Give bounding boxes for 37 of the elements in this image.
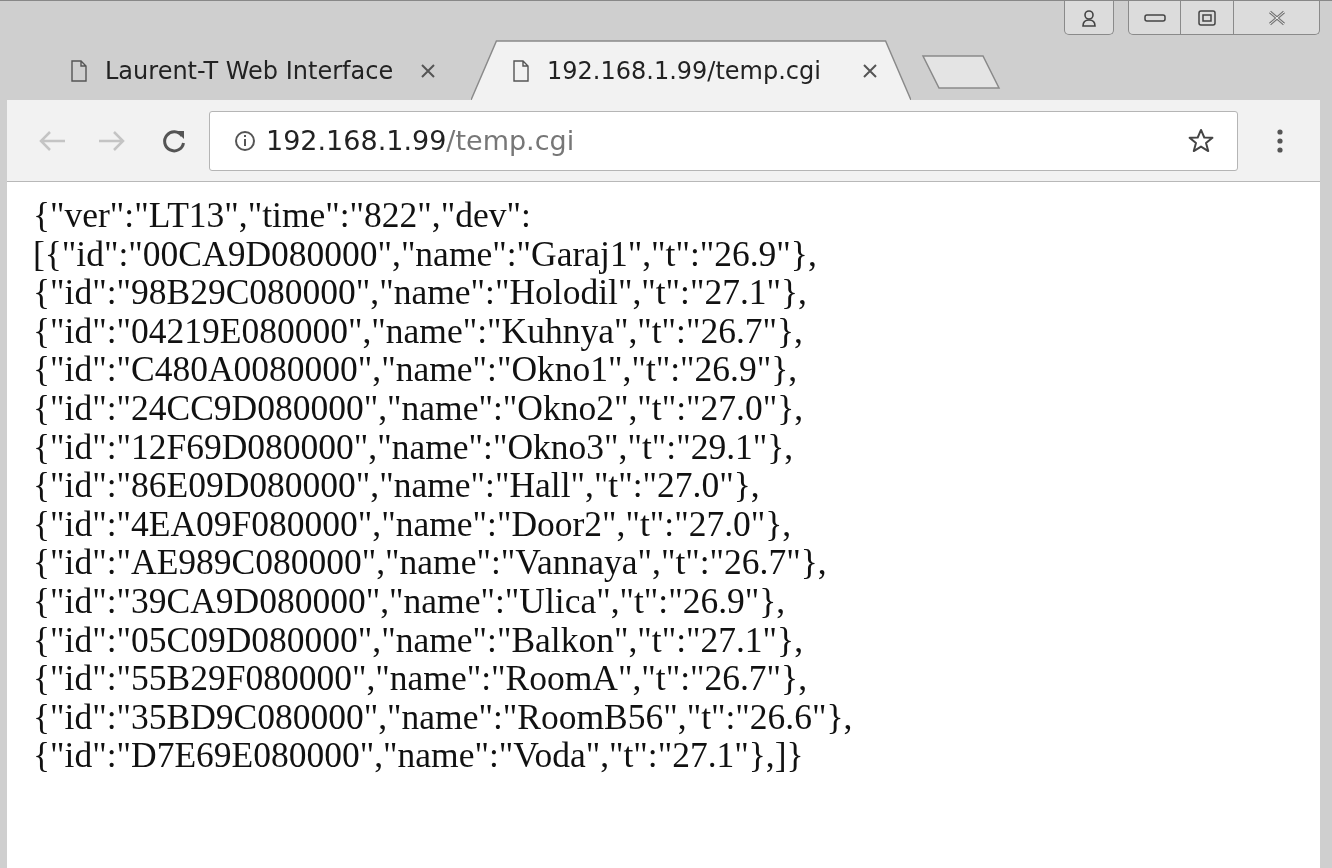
page-text-line: {"id":"35BD9C080000","name":"RoomB56","t":"26.6"}, xyxy=(33,697,853,737)
page-text-line: {"id":"86E09D080000","name":"Hall","t":"27.0"}, xyxy=(33,466,760,505)
maximize-icon xyxy=(1198,9,1216,26)
page-text-line: {"id":"4EA09F080000","name":"Door2","t":"27.0"}, xyxy=(33,504,792,544)
page-text-line: {"id":"D7E69E080000","name":"Voda","t":"27.1"},]} xyxy=(33,736,804,775)
close-icon xyxy=(1267,9,1286,26)
menu-icon[interactable] xyxy=(1276,127,1284,154)
page-text-line: {"id":"04219E080000","name":"Kuhnya","t":"26.7"}, xyxy=(33,311,803,351)
url-text: 192.168.1.99/temp.cgi xyxy=(266,125,575,156)
tab-title: 192.168.1.99/temp.cgi xyxy=(547,57,822,85)
page-text-line: {"id":"05C09D080000","name":"Balkon","t":"27.1"}, xyxy=(33,620,804,660)
close-icon[interactable] xyxy=(863,64,877,78)
info-icon[interactable] xyxy=(234,129,256,152)
page-text-line: {"id":"98B29C080000","name":"Holodil","t":"27.1"}, xyxy=(33,273,807,312)
page-text-line: {"id":"C480A0080000","name":"Okno1","t":"26.9"}, xyxy=(33,350,798,389)
page-text-line: {"id":"39CA9D080000","name":"Ulica","t":"26.9"}, xyxy=(33,581,786,621)
page-text-line: {"id":"55B29F080000","name":"RoomA","t":"26.7"}, xyxy=(33,659,807,698)
person-icon xyxy=(1081,8,1097,27)
page-icon xyxy=(513,60,529,82)
reload-icon[interactable] xyxy=(161,127,187,154)
maximize-button[interactable] xyxy=(1181,1,1234,35)
close-button[interactable] xyxy=(1234,1,1320,35)
page-text-line: {"id":"12F69D080000","name":"Okno3","t":"29.1"}, xyxy=(33,427,794,467)
minimize-button[interactable] xyxy=(1128,1,1181,35)
page-text-line: {"ver":"LT13","time":"822","dev": xyxy=(33,196,531,235)
minimize-icon xyxy=(1143,12,1166,23)
tab-title: Laurent-T Web Interface xyxy=(105,57,395,85)
address-bar[interactable]: 192.168.1.99/temp.cgi xyxy=(209,110,1238,171)
page-text-line: {"id":"AE989C080000","name":"Vannaya","t":"26.7"}, xyxy=(33,543,827,582)
page-text-line: {"id":"24CC9D080000","name":"Okno2","t":"27.0"}, xyxy=(33,388,804,428)
page-icon xyxy=(71,60,87,82)
close-icon[interactable] xyxy=(421,64,435,78)
browser-tab[interactable]: 192.168.1.99/temp.cgi xyxy=(471,38,911,100)
page-text-line: [{"id":"00CA9D080000","name":"Garaj1","t":"26.9"}, xyxy=(33,234,817,274)
profile-button[interactable] xyxy=(1064,1,1114,35)
browser-tab[interactable]: Laurent-T Web Interface xyxy=(29,38,469,100)
star-icon[interactable] xyxy=(1187,126,1215,155)
